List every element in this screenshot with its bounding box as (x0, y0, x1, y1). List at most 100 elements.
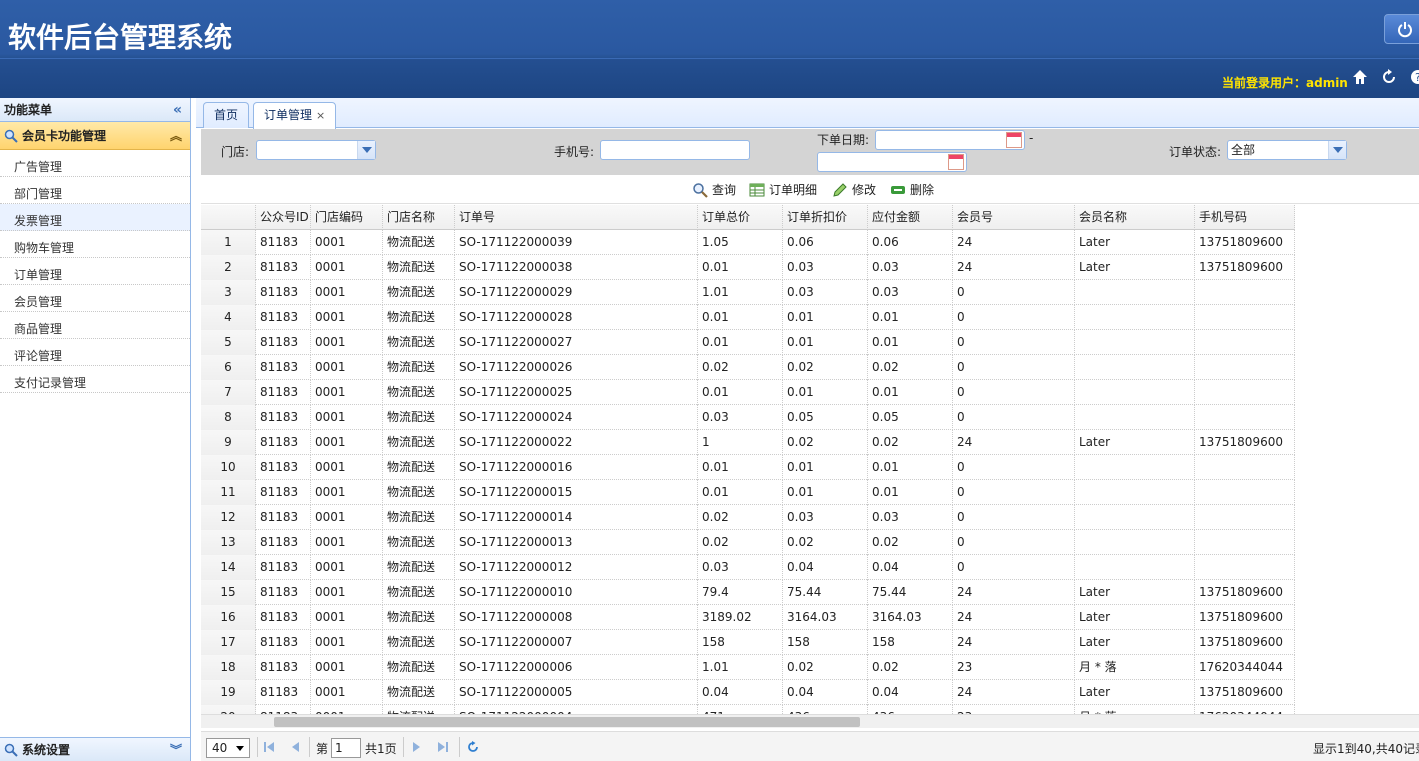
collapse-sidebar-icon[interactable]: « (173, 98, 182, 122)
date-to-input[interactable] (817, 152, 967, 172)
row-number: 2 (201, 255, 256, 280)
table-cell: 0.01 (783, 380, 868, 405)
app-header: 软件后台管理系统 当前登录用户：admin ? (0, 0, 1419, 98)
table-row[interactable]: 19 81183 0001 物流配送 SO-171122000005 0.04 0.04 0.… (201, 680, 1295, 705)
column-header[interactable]: 门店名称 (383, 205, 455, 230)
sidebar-item-members[interactable]: 会员管理 (0, 285, 190, 312)
logout-button[interactable] (1384, 14, 1419, 44)
sidebar-item-cart[interactable]: 购物车管理 (0, 231, 190, 258)
table-cell (1195, 555, 1295, 580)
pager-separator (309, 737, 310, 757)
table-row[interactable]: 15 81183 0001 物流配送 SO-171122000010 79.4 75.44 7… (201, 580, 1295, 605)
table-cell (1195, 330, 1295, 355)
table-cell: 158 (698, 630, 783, 655)
table-cell: 0 (953, 380, 1075, 405)
edit-button[interactable]: 修改 (832, 181, 876, 199)
query-button[interactable]: 查询 (692, 181, 736, 199)
table-cell: 0001 (311, 330, 383, 355)
delete-button[interactable]: 删除 (890, 181, 934, 199)
chevron-down-icon[interactable] (357, 141, 375, 159)
order-detail-button[interactable]: 订单明细 (749, 181, 817, 199)
next-page-icon[interactable] (411, 741, 423, 753)
table-row[interactable]: 5 81183 0001 物流配送 SO-171122000027 0.01 0.01 0.0… (201, 330, 1295, 355)
sidebar-item-invoices[interactable]: 发票管理 (0, 204, 190, 231)
table-cell: 0.01 (868, 455, 953, 480)
tab-close-icon[interactable]: × (316, 109, 325, 122)
table-row[interactable]: 7 81183 0001 物流配送 SO-171122000025 0.01 0.01 0.0… (201, 380, 1295, 405)
column-header[interactable]: 应付金额 (868, 205, 953, 230)
sidebar-item-payments[interactable]: 支付记录管理 (0, 366, 190, 393)
table-row[interactable]: 17 81183 0001 物流配送 SO-171122000007 158 158 158 2… (201, 630, 1295, 655)
table-row[interactable]: 8 81183 0001 物流配送 SO-171122000024 0.03 0.05 0.0… (201, 405, 1295, 430)
prev-page-icon[interactable] (289, 741, 301, 753)
table-cell: 75.44 (868, 580, 953, 605)
first-page-icon[interactable] (263, 741, 275, 753)
table-row[interactable]: 11 81183 0001 物流配送 SO-171122000015 0.01 0.01 0.… (201, 480, 1295, 505)
column-header[interactable]: 会员号 (953, 205, 1075, 230)
calendar-icon[interactable] (1006, 132, 1022, 148)
table-cell: 物流配送 (383, 530, 455, 555)
page-size-select[interactable]: 40 (206, 738, 250, 758)
home-icon[interactable] (1351, 68, 1369, 86)
order-status-select[interactable]: 全部 (1227, 140, 1347, 160)
page-number-input[interactable]: 1 (331, 738, 361, 758)
chevron-down-icon[interactable]: ︾ (170, 738, 182, 761)
sidebar-item-orders[interactable]: 订单管理 (0, 258, 190, 285)
table-cell: 0.03 (698, 405, 783, 430)
row-number: 10 (201, 455, 256, 480)
column-header[interactable]: 会员名称 (1075, 205, 1195, 230)
table-cell: 物流配送 (383, 455, 455, 480)
help-icon[interactable]: ? (1409, 68, 1419, 86)
store-select[interactable] (256, 140, 376, 160)
table-row[interactable]: 18 81183 0001 物流配送 SO-171122000006 1.01 0.02 0.… (201, 655, 1295, 680)
table-cell (1075, 555, 1195, 580)
row-number: 4 (201, 305, 256, 330)
table-row[interactable]: 10 81183 0001 物流配送 SO-171122000016 0.01 0.01 0.… (201, 455, 1295, 480)
table-row[interactable]: 6 81183 0001 物流配送 SO-171122000026 0.02 0.02 0.0… (201, 355, 1295, 380)
order-date-label: 下单日期: (817, 133, 870, 147)
table-cell: 0.04 (783, 555, 868, 580)
tab-home[interactable]: 首页 (203, 102, 250, 128)
column-header[interactable]: 门店编码 (311, 205, 383, 230)
refresh-icon[interactable] (467, 741, 479, 753)
sidebar-item-departments[interactable]: 部门管理 (0, 177, 190, 204)
table-row[interactable]: 9 81183 0001 物流配送 SO-171122000022 1 0.02 0.02 24… (201, 430, 1295, 455)
table-row[interactable]: 2 81183 0001 物流配送 SO-171122000038 0.01 0.03 0.0… (201, 255, 1295, 280)
table-row[interactable]: 16 81183 0001 物流配送 SO-171122000008 3189.02 316… (201, 605, 1295, 630)
date-from-input[interactable] (875, 130, 1025, 150)
column-header[interactable]: 订单总价 (698, 205, 783, 230)
refresh-icon[interactable] (1380, 68, 1398, 86)
scrollbar-thumb[interactable] (274, 717, 860, 727)
table-row[interactable]: 1 81183 0001 物流配送 SO-171122000039 1.05 0.06 0.0… (201, 230, 1295, 255)
menu-group-membership[interactable]: 会员卡功能管理 ︽ (0, 122, 190, 150)
sidebar-item-products[interactable]: 商品管理 (0, 312, 190, 339)
table-cell: 81183 (256, 430, 311, 455)
table-cell: 24 (953, 230, 1075, 255)
column-header[interactable]: 手机号码 (1195, 205, 1295, 230)
table-cell: SO-171122000015 (455, 480, 698, 505)
column-header[interactable]: 公众号ID (256, 205, 311, 230)
tab-orders[interactable]: 订单管理 × (253, 102, 337, 129)
horizontal-scrollbar[interactable] (201, 714, 1419, 728)
table-row[interactable]: 4 81183 0001 物流配送 SO-171122000028 0.01 0.01 0.0… (201, 305, 1295, 330)
table-row[interactable]: 13 81183 0001 物流配送 SO-171122000013 0.02 0.02 0.… (201, 530, 1295, 555)
phone-input[interactable] (600, 140, 750, 160)
chevron-down-icon[interactable] (1328, 141, 1346, 159)
chevron-up-icon[interactable]: ︽ (170, 122, 182, 150)
sidebar: 功能菜单 « 会员卡功能管理 ︽ 广告管理 部门管理 发票管理 购物车管理 订单… (0, 98, 191, 761)
table-row[interactable]: 3 81183 0001 物流配送 SO-171122000029 1.01 0.03 0.0… (201, 280, 1295, 305)
last-page-icon[interactable] (437, 741, 449, 753)
table-cell: 0.04 (868, 555, 953, 580)
table-cell: 0001 (311, 230, 383, 255)
calendar-icon[interactable] (948, 154, 964, 170)
table-row[interactable]: 14 81183 0001 物流配送 SO-171122000012 0.03 0.04 0.… (201, 555, 1295, 580)
table-cell: Later (1075, 630, 1195, 655)
table-cell: 24 (953, 430, 1075, 455)
table-row[interactable]: 12 81183 0001 物流配送 SO-171122000014 0.02 0.03 0.… (201, 505, 1295, 530)
column-header[interactable]: 订单号 (455, 205, 698, 230)
table-cell: SO-171122000024 (455, 405, 698, 430)
column-header[interactable]: 订单折扣价 (783, 205, 868, 230)
sidebar-item-ads[interactable]: 广告管理 (0, 150, 190, 177)
sidebar-item-comments[interactable]: 评论管理 (0, 339, 190, 366)
menu-group-system-settings[interactable]: 系统设置 ︾ (0, 737, 190, 761)
